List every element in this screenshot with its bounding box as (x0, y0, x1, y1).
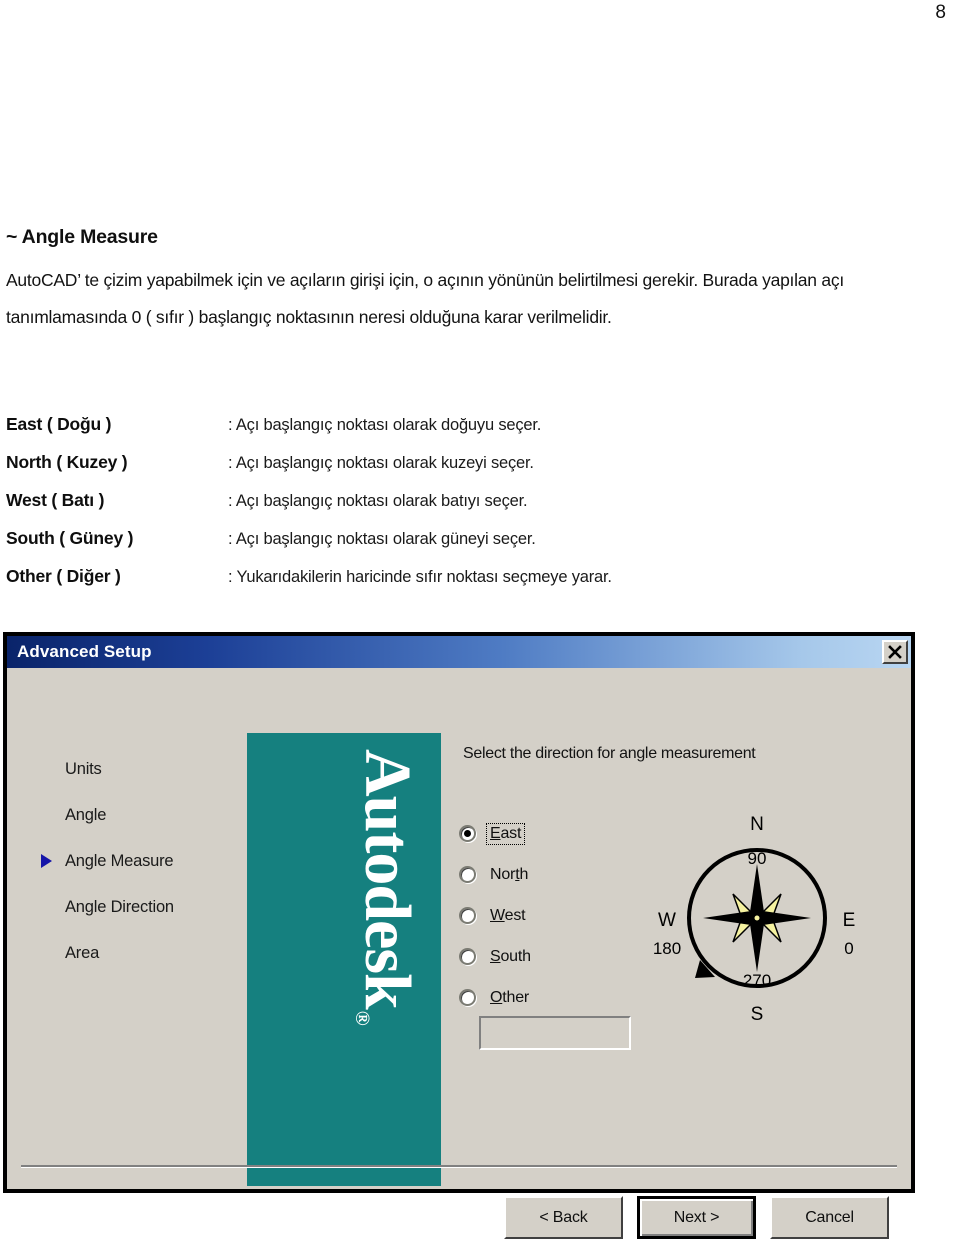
definition-description: : Açı başlangıç noktası olarak batıyı se… (228, 492, 528, 510)
definition-row: West ( Batı ) : Açı başlangıç noktası ol… (6, 490, 906, 528)
dialog-footer: < Back Next > Cancel (504, 1196, 889, 1239)
definition-term: West ( Batı ) (6, 490, 105, 510)
page-number: 8 (935, 2, 946, 23)
sidebar-item-label: Angle (65, 805, 107, 824)
compass-degree-right: 0 (844, 939, 853, 958)
section-heading: ~ Angle Measure (6, 226, 158, 248)
sidebar-item-label: Angle Direction (65, 897, 174, 916)
next-button-label: Next > (673, 1208, 720, 1226)
sidebar-item-angle-direction[interactable]: Angle Direction (33, 884, 238, 930)
compass-degree-bottom: 270 (743, 971, 771, 990)
compass-label-south: S (751, 1004, 764, 1025)
radio-label-west: West (490, 906, 526, 924)
footer-divider (21, 1165, 897, 1168)
radio-button-icon (459, 907, 476, 924)
dialog-titlebar: Advanced Setup (7, 636, 911, 668)
definition-list: East ( Doğu ) : Açı başlangıç noktası ol… (6, 414, 906, 604)
other-angle-input[interactable] (479, 1016, 631, 1050)
back-button-label: < Back (539, 1208, 588, 1226)
definition-row: South ( Güney ) : Açı başlangıç noktası … (6, 528, 906, 566)
dialog-title: Advanced Setup (17, 642, 152, 661)
cancel-button-label: Cancel (805, 1208, 854, 1226)
advanced-setup-dialog: Advanced Setup Units Angle Angle Measure (4, 633, 914, 1239)
autodesk-wordmark: Autodesk (351, 749, 424, 1009)
definition-term: East ( Doğu ) (6, 414, 112, 434)
radio-label-east: East (485, 822, 526, 845)
trademark-icon: ® (351, 1010, 373, 1025)
radio-label-north: North (490, 865, 529, 883)
sidebar-item-units[interactable]: Units (33, 746, 238, 792)
next-button[interactable]: Next > (637, 1196, 756, 1239)
definition-description: : Açı başlangıç noktası olarak güneyi se… (228, 530, 536, 548)
sidebar-item-angle[interactable]: Angle (33, 792, 238, 838)
direction-radio-group: East North West South Other (459, 813, 649, 1018)
radio-north[interactable]: North (459, 854, 649, 895)
sidebar-item-area[interactable]: Area (33, 930, 238, 976)
prompt-label: Select the direction for angle measureme… (463, 745, 756, 762)
sidebar-item-label: Units (65, 759, 102, 778)
sidebar-item-angle-measure[interactable]: Angle Measure (33, 838, 238, 884)
definition-description: : Yukarıdakilerin haricinde sıfır noktas… (228, 568, 612, 586)
cancel-button[interactable]: Cancel (770, 1196, 889, 1239)
compass-degree-left: 180 (653, 939, 681, 958)
section-paragraph: AutoCAD’ te çizim yapabilmek için ve açı… (6, 270, 844, 327)
compass-label-west: W (658, 910, 676, 931)
close-button[interactable] (882, 640, 908, 664)
radio-label-south: South (490, 947, 531, 965)
definition-description: : Açı başlangıç noktası olarak kuzeyi se… (228, 454, 534, 472)
back-button[interactable]: < Back (504, 1196, 623, 1239)
definition-row: Other ( Diğer ) : Yukarıdakilerin harici… (6, 566, 906, 604)
compass-label-north: N (750, 814, 764, 835)
radio-button-icon (459, 989, 476, 1006)
dialog-body: Units Angle Angle Measure Angle Directio… (7, 668, 911, 1239)
definition-term: Other ( Diğer ) (6, 566, 121, 586)
sidebar-item-label: Angle Measure (65, 851, 174, 870)
sidebar-item-label: Area (65, 943, 100, 962)
definition-term: South ( Güney ) (6, 528, 134, 548)
compass-label-east: E (843, 910, 856, 931)
current-step-arrow-icon (41, 854, 52, 868)
autodesk-logo: Autodesk® (247, 733, 441, 1186)
radio-east[interactable]: East (459, 813, 649, 854)
definition-row: North ( Kuzey ) : Açı başlangıç noktası … (6, 452, 906, 490)
radio-west[interactable]: West (459, 895, 649, 936)
radio-label-other: Other (490, 988, 530, 1006)
definition-description: : Açı başlangıç noktası olarak doğuyu se… (228, 416, 542, 434)
radio-button-icon (459, 866, 476, 883)
radio-other[interactable]: Other (459, 977, 649, 1018)
definition-term: North ( Kuzey ) (6, 452, 128, 472)
close-icon (888, 645, 902, 659)
compass-degree-top: 90 (748, 849, 767, 868)
radio-button-icon (459, 825, 476, 842)
definition-row: East ( Doğu ) : Açı başlangıç noktası ol… (6, 414, 906, 452)
radio-button-icon (459, 948, 476, 965)
wizard-step-list: Units Angle Angle Measure Angle Directio… (33, 746, 238, 976)
radio-south[interactable]: South (459, 936, 649, 977)
autodesk-banner: Autodesk® (247, 733, 441, 1186)
compass-diagram: N S E W 90 270 180 0 (637, 808, 877, 1028)
